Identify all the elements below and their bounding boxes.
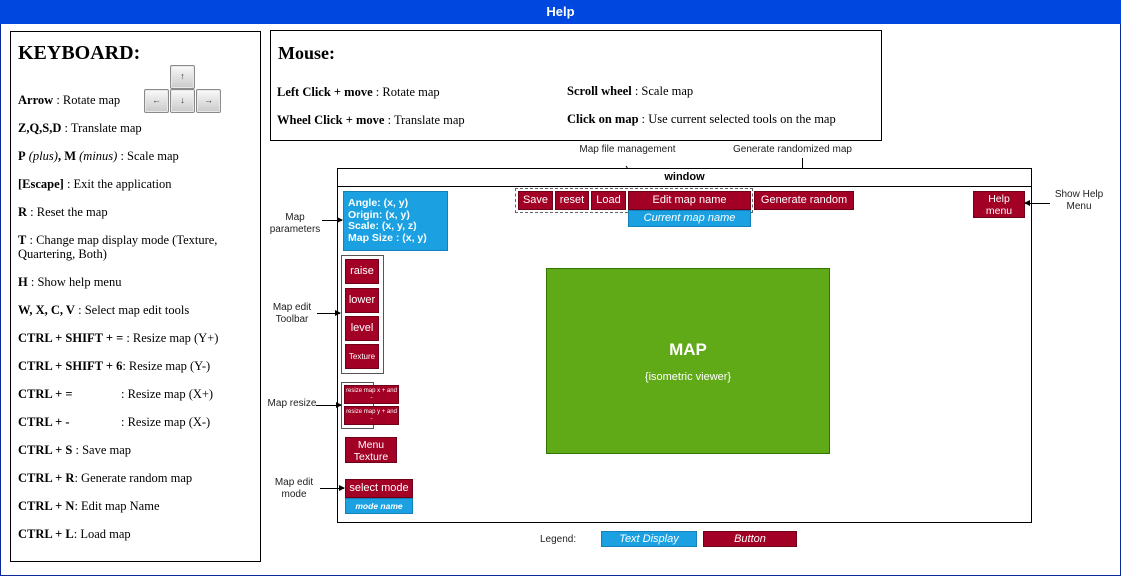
keyboard-panel: KEYBOARD: ↑ ← ↓ → Arrow : Rotate map Z,Q… (10, 31, 261, 562)
texture-button[interactable]: Texture (345, 344, 379, 369)
kb-row-edit-tools: W, X, C, V : Select map edit tools (18, 303, 190, 317)
lower-button[interactable]: lower (345, 288, 379, 313)
raise-button[interactable]: raise (345, 259, 379, 284)
mouse-panel: Mouse: Left Click + move : Rotate map Wh… (270, 30, 882, 141)
mouse-row-left-click: Left Click + move : Rotate map (277, 85, 440, 99)
legend-button: Button (703, 531, 797, 547)
legend-label: Legend: (540, 534, 577, 545)
arrow-keys-icon: ↑ ← ↓ → (142, 65, 222, 115)
window-mockup-title: window (338, 169, 1031, 187)
resize-y-button[interactable]: resize map y + and - (344, 406, 399, 425)
kb-row-reset: R : Reset the map (18, 205, 108, 219)
mouse-row-click-map: Click on map : Use current selected tool… (567, 112, 836, 126)
map-parameters-display: Angle: (x, y) Origin: (x, y) Scale: (x, … (343, 191, 448, 251)
kb-row-arrow: Arrow : Rotate map (18, 93, 121, 107)
select-mode-button[interactable]: select mode (345, 479, 413, 498)
params-arrow (322, 217, 343, 223)
kb-row-display-mode: T : Change map display mode (Texture, (18, 233, 218, 247)
label-map-parameters: Map parameters (269, 212, 321, 235)
kb-row-escape: [Escape] : Exit the application (18, 177, 172, 191)
kb-row-translate: Z,Q,S,D : Translate map (18, 121, 142, 135)
toolbar-arrow (317, 310, 341, 316)
resize-x-button[interactable]: resize map x + and - (344, 385, 399, 404)
kb-row-resize-x-minus: CTRL + -: Resize map (X-) (18, 415, 211, 429)
mouse-heading: Mouse: (278, 43, 335, 63)
map-subtitle: {isometric viewer} (644, 371, 732, 383)
current-map-name-display: Current map name (628, 210, 751, 227)
edit-map-name-button[interactable]: Edit map name (628, 191, 751, 210)
map-title: MAP (669, 340, 707, 359)
help-menu-button[interactable]: Help menu (973, 191, 1025, 218)
label-map-edit-toolbar: Map edit Toolbar (272, 302, 312, 325)
kb-row-help: H : Show help menu (18, 275, 122, 289)
kb-row-save: CTRL + S : Save map (18, 443, 132, 457)
window-title: Help (0, 0, 1121, 24)
map-viewport[interactable]: MAP {isometric viewer} (546, 268, 830, 454)
kb-row-load: CTRL + L: Load map (18, 527, 131, 541)
generate-random-button[interactable]: Generate random (754, 191, 854, 210)
legend-text-display: Text Display (601, 531, 697, 547)
help-menu-button-label: Help menu (985, 193, 1013, 217)
kb-row-display-mode-cont: Quartering, Both) (18, 247, 107, 261)
label-show-help-menu: Show Help Menu (1054, 189, 1104, 212)
mode-arrow (320, 485, 345, 491)
level-button[interactable]: level (345, 316, 379, 341)
label-map-resize: Map resize (267, 398, 317, 409)
load-button[interactable]: Load (591, 191, 626, 210)
show-help-arrow (1024, 200, 1050, 206)
menu-texture-button[interactable]: Menu Texture (345, 437, 397, 463)
label-map-file-management: Map file management (579, 144, 676, 155)
reset-button[interactable]: reset (555, 191, 589, 210)
keyboard-heading: KEYBOARD: (18, 42, 141, 64)
param-angle: Angle: (x, y) (348, 197, 409, 209)
kb-row-edit-name: CTRL + N: Edit map Name (18, 499, 160, 513)
arrow-left-key-icon: ← (144, 89, 169, 113)
arrow-down-key-icon: ↓ (170, 89, 195, 113)
resize-arrow (316, 402, 342, 408)
param-map-size: Map Size : (x, y) (348, 231, 427, 244)
arrow-right-key-icon: → (196, 89, 221, 113)
kb-row-scale: P (plus), M (minus) : Scale map (18, 149, 179, 163)
kb-row-generate: CTRL + R: Generate random map (18, 471, 193, 485)
mode-name-display: mode name (345, 498, 413, 514)
mouse-row-scroll: Scroll wheel : Scale map (567, 84, 694, 98)
arrow-up-key-icon: ↑ (170, 65, 195, 89)
label-generate-randomized-map: Generate randomized map (733, 144, 852, 155)
kb-row-resize-y-plus: CTRL + SHIFT + = : Resize map (Y+) (18, 331, 219, 345)
param-scale: Scale: (x, y, z) (348, 220, 417, 232)
label-map-edit-mode: Map edit mode (274, 477, 314, 500)
mouse-row-wheel-click: Wheel Click + move : Translate map (277, 113, 465, 127)
kb-row-resize-y-minus: CTRL + SHIFT + 6: Resize map (Y-) (18, 359, 211, 373)
kb-row-resize-x-plus: CTRL + =: Resize map (X+) (18, 387, 214, 401)
save-button[interactable]: Save (518, 191, 553, 210)
